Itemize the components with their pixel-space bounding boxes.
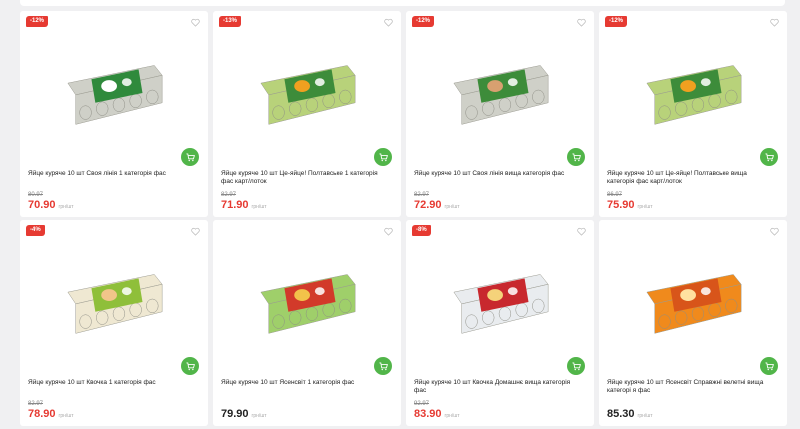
product-card[interactable]: Яйце куряче 10 шт Ясенсвіт Справжні веле… xyxy=(599,220,787,426)
price-unit: грн/шт xyxy=(444,413,460,419)
cart-icon xyxy=(764,152,774,161)
product-name[interactable]: Яйце куряче 10 шт Це-яйце! Полтавське ви… xyxy=(607,170,773,186)
cart-icon xyxy=(185,152,195,161)
price-unit: грн/шт xyxy=(58,204,74,210)
cart-icon xyxy=(764,361,774,370)
current-price: 71.90 xyxy=(221,199,249,211)
discount-badge: -12% xyxy=(412,16,435,27)
product-name[interactable]: Яйце куряче 10 шт Квочка 1 категорія фас xyxy=(28,379,194,387)
price-unit: грн/шт xyxy=(251,413,267,419)
heart-icon[interactable] xyxy=(384,18,393,27)
product-image[interactable] xyxy=(60,254,170,344)
price-unit: грн/шт xyxy=(637,413,653,419)
product-name[interactable]: Яйце куряче 10 шт Ясенсвіт 1 категорія ф… xyxy=(221,379,387,387)
price-row: 85.30 грн/шт xyxy=(607,408,653,420)
cart-icon xyxy=(378,361,388,370)
product-card[interactable]: -4% Яйце куряче 10 шт Квочка 1 категорія … xyxy=(20,220,208,426)
product-image[interactable] xyxy=(446,254,556,344)
cart-icon xyxy=(185,361,195,370)
product-name[interactable]: Яйце куряче 10 шт Своя лінія вища катего… xyxy=(414,170,580,178)
heart-icon[interactable] xyxy=(191,18,200,27)
cart-icon xyxy=(571,152,581,161)
old-price: 82.97 xyxy=(414,192,430,198)
current-price: 85.30 xyxy=(607,408,635,420)
current-price: 75.90 xyxy=(607,199,635,211)
current-price: 78.90 xyxy=(28,408,56,420)
product-image[interactable] xyxy=(253,45,363,135)
add-to-cart-button[interactable] xyxy=(181,357,199,375)
add-to-cart-button[interactable] xyxy=(374,357,392,375)
price-unit: грн/шт xyxy=(637,204,653,210)
add-to-cart-button[interactable] xyxy=(567,148,585,166)
product-image[interactable] xyxy=(60,45,170,135)
price-row: 70.90 грн/шт xyxy=(28,199,74,211)
product-image[interactable] xyxy=(446,45,556,135)
product-name[interactable]: Яйце куряче 10 шт Це-яйце! Полтавське 1 … xyxy=(221,170,387,186)
product-card[interactable]: -13% Яйце куряче 10 шт Це-яйце! Полтавськ… xyxy=(213,11,401,217)
discount-badge: -12% xyxy=(26,16,49,27)
old-price: 82.97 xyxy=(221,192,237,198)
heart-icon[interactable] xyxy=(577,227,586,236)
old-price: 80.97 xyxy=(28,192,44,198)
price-row: 78.90 грн/шт xyxy=(28,408,74,420)
old-price: 92.97 xyxy=(414,401,430,407)
price-row: 79.90 грн/шт xyxy=(221,408,267,420)
price-row: 72.90 грн/шт xyxy=(414,199,460,211)
current-price: 70.90 xyxy=(28,199,56,211)
product-image[interactable] xyxy=(253,254,363,344)
discount-badge: -4% xyxy=(26,225,45,236)
heart-icon[interactable] xyxy=(384,227,393,236)
heart-icon[interactable] xyxy=(191,227,200,236)
add-to-cart-button[interactable] xyxy=(374,148,392,166)
product-card[interactable]: -12% Яйце куряче 10 шт Своя лінія вища ка… xyxy=(406,11,594,217)
product-name[interactable]: Яйце куряче 10 шт Квочка Домашнє вища ка… xyxy=(414,379,580,395)
page-top-bar xyxy=(20,0,785,6)
price-row: 71.90 грн/шт xyxy=(221,199,267,211)
discount-badge: -13% xyxy=(219,16,242,27)
price-unit: грн/шт xyxy=(444,204,460,210)
add-to-cart-button[interactable] xyxy=(760,148,778,166)
add-to-cart-button[interactable] xyxy=(567,357,585,375)
product-card[interactable]: -12% Яйце куряче 10 шт Своя лінія 1 катег… xyxy=(20,11,208,217)
product-image[interactable] xyxy=(639,45,749,135)
old-price: 82.97 xyxy=(28,401,44,407)
heart-icon[interactable] xyxy=(770,18,779,27)
product-name[interactable]: Яйце куряче 10 шт Своя лінія 1 категорія… xyxy=(28,170,194,178)
product-card[interactable]: Яйце куряче 10 шт Ясенсвіт 1 категорія ф… xyxy=(213,220,401,426)
product-card[interactable]: -8% Яйце куряче 10 шт Квочка Домашнє вища… xyxy=(406,220,594,426)
price-unit: грн/шт xyxy=(58,413,74,419)
price-row: 83.90 грн/шт xyxy=(414,408,460,420)
product-card[interactable]: -12% Яйце куряче 10 шт Це-яйце! Полтавськ… xyxy=(599,11,787,217)
price-row: 75.90 грн/шт xyxy=(607,199,653,211)
cart-icon xyxy=(378,152,388,161)
heart-icon[interactable] xyxy=(770,227,779,236)
cart-icon xyxy=(571,361,581,370)
product-image[interactable] xyxy=(639,254,749,344)
current-price: 72.90 xyxy=(414,199,442,211)
price-unit: грн/шт xyxy=(251,204,267,210)
product-name[interactable]: Яйце куряче 10 шт Ясенсвіт Справжні веле… xyxy=(607,379,773,395)
old-price: 86.97 xyxy=(607,192,623,198)
discount-badge: -12% xyxy=(605,16,628,27)
current-price: 83.90 xyxy=(414,408,442,420)
add-to-cart-button[interactable] xyxy=(181,148,199,166)
discount-badge: -8% xyxy=(412,225,431,236)
current-price: 79.90 xyxy=(221,408,249,420)
heart-icon[interactable] xyxy=(577,18,586,27)
add-to-cart-button[interactable] xyxy=(760,357,778,375)
